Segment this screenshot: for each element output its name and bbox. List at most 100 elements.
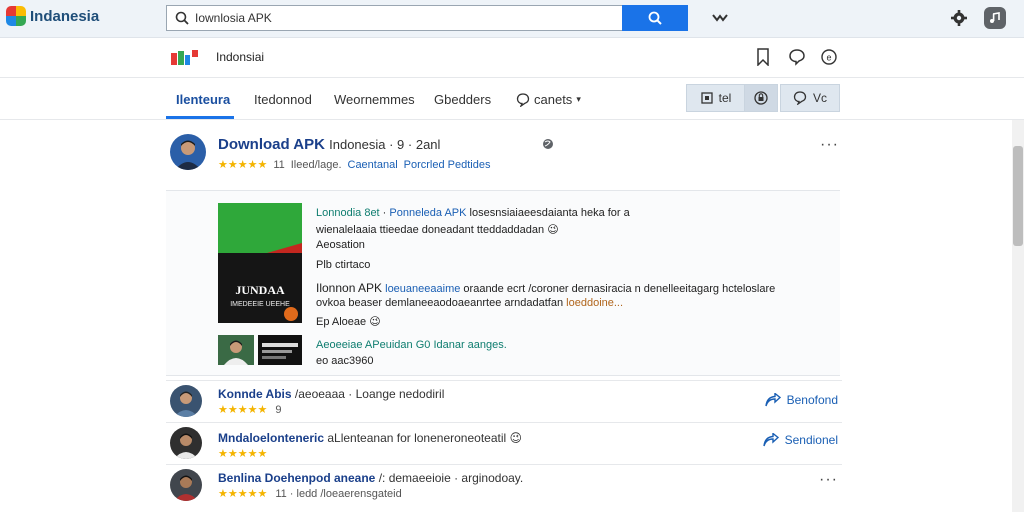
app-logo[interactable]: Indanesia xyxy=(6,6,99,26)
view-toggle-grid[interactable]: tel xyxy=(686,84,746,112)
rating-stars-icon: ★★★★★ xyxy=(218,488,268,500)
share-arrow-icon xyxy=(762,433,779,447)
list-item-title-rest: /: demaeeioie · arginodoay. xyxy=(378,471,524,485)
rating-count: 11 · ledd /loeaerensgateid xyxy=(275,487,402,500)
paragraph-1-line-4: Plb ctirtaco xyxy=(316,259,371,271)
tab-canets-label: canets xyxy=(534,92,573,107)
paragraph-2-line-2-text: ovkoa beaser demlaneeaodoaeanrtee arndad… xyxy=(316,297,564,309)
view-toggle-chat[interactable]: Vc xyxy=(780,84,840,112)
bookmark-icon[interactable] xyxy=(756,48,770,66)
list-item-rating: ★★★★★ 11 · ledd /loeaerensgateid xyxy=(218,487,402,501)
list-item[interactable]: Konnde Abis /aeoeaaa · Loange nedodiril … xyxy=(166,380,842,420)
view-toggle-lock[interactable] xyxy=(744,84,778,112)
chat-bubble-icon xyxy=(516,92,530,107)
post-title[interactable]: Download APK Indonesia · 9 · 2anl xyxy=(218,136,440,153)
rating-stars-icon: ★★★★★ xyxy=(218,159,268,171)
lock-circle-icon xyxy=(754,91,768,105)
post-meta-link-2[interactable]: Porcrled Pedtides xyxy=(404,159,491,171)
post-header: Download APK Indonesia · 9 · 2anl ★★★★★ … xyxy=(166,128,842,180)
avatar[interactable] xyxy=(170,469,202,501)
list-item-title[interactable]: Benlina Doehenpod aneane /: demaeeioie ·… xyxy=(218,471,523,485)
paragraph-1-head: Lonnodia 8et xyxy=(316,207,380,219)
list-item-title[interactable]: Konnde Abis /aeoeaaa · Loange nedodiril xyxy=(218,387,444,401)
list-item-title-text: Konnde Abis xyxy=(218,387,292,401)
tab-ilenteura[interactable]: Ilenteura xyxy=(176,92,230,107)
share-button[interactable]: Benofond xyxy=(764,393,838,407)
paragraph-3-link[interactable]: Aeoeeiae APeuidan G0 xyxy=(316,339,430,351)
person-icon xyxy=(174,391,198,417)
list-item-title[interactable]: Mndaloelonteneric aLlenteanan for lonene… xyxy=(218,431,522,445)
active-tab-indicator xyxy=(166,116,234,119)
paragraph-2-line-2-link[interactable]: loeddoine... xyxy=(566,297,623,309)
menu-chevron-icon[interactable] xyxy=(712,12,728,24)
person-icon xyxy=(224,340,248,365)
top-bar: Indanesia xyxy=(0,0,1024,38)
chevron-down-icon: ▾ xyxy=(576,94,581,104)
post-thumbnail[interactable]: JUNDAA IMEDEEIE UEEHE xyxy=(218,203,302,323)
square-icon xyxy=(701,92,713,104)
share-button[interactable]: Sendionel xyxy=(762,433,838,447)
channel-name: Indonsiai xyxy=(216,50,265,64)
avatar[interactable] xyxy=(170,134,206,170)
more-options-icon[interactable]: ··· xyxy=(819,471,838,489)
view-toggle-grid-label: tel xyxy=(718,91,732,105)
rating-stars-icon: ★★★★★ xyxy=(218,448,268,460)
rating-count: 11 xyxy=(273,158,285,171)
list-item-title-text: Benlina Doehenpod aneane xyxy=(218,471,376,485)
search-button[interactable] xyxy=(622,5,688,31)
person-icon xyxy=(175,140,201,170)
paragraph-3-line-1: Aeoeeiae APeuidan G0 Idanar aanges. xyxy=(316,339,507,351)
info-circle-icon[interactable]: e xyxy=(820,48,838,66)
paragraph-1-line-2: wienalelaaia ttieedae doneadant tteddadd… xyxy=(316,224,559,236)
search-input[interactable] xyxy=(195,11,595,25)
image-icon xyxy=(262,343,298,359)
post-meta-1: Ileed/lage. xyxy=(290,158,342,171)
rating-count: 9 xyxy=(275,403,282,416)
post-title-rest: Indonesia · 9 · 2anl xyxy=(329,137,441,152)
app-name: Indanesia xyxy=(30,7,100,25)
post-content-panel: JUNDAA IMEDEEIE UEEHE Lonnodia 8et · Pon… xyxy=(166,190,840,376)
list-item-rating: ★★★★★ 9 xyxy=(218,403,282,417)
post-meta: ★★★★★ 11 Ileed/lage. Caentanal Porcrled … xyxy=(218,158,491,172)
person-icon xyxy=(174,433,198,459)
music-note-icon xyxy=(990,12,1000,23)
paragraph-1-line-1: Lonnodia 8et · Ponneleda APK losesnsiaia… xyxy=(316,207,630,219)
paragraph-2-line-1: Ilonnon APK loeuaneeaaime oraande ecrt /… xyxy=(316,281,775,295)
search-icon xyxy=(175,11,189,25)
profile-app-icon[interactable] xyxy=(984,7,1006,29)
more-options-icon[interactable]: ··· xyxy=(820,136,839,154)
tab-itedonnod[interactable]: Itedonnod xyxy=(254,92,312,107)
channel-logo[interactable] xyxy=(170,48,200,68)
paragraph-2-link[interactable]: loeuaneeaaime xyxy=(385,283,460,295)
tab-gbedders[interactable]: Gbedders xyxy=(434,92,491,107)
list-item-title-rest: /aeoeaaa · Loange nedodiril xyxy=(294,387,445,401)
list-item[interactable]: Mndaloelonteneric aLlenteanan for lonene… xyxy=(166,422,842,462)
paragraph-1-rest: losesnsiaiaeesdaianta heka for a xyxy=(469,207,630,219)
paragraph-1-link[interactable]: Ponneleda APK xyxy=(389,207,466,219)
share-button-label: Sendionel xyxy=(784,433,838,447)
avatar[interactable] xyxy=(170,385,202,417)
rating-stars-icon: ★★★★★ xyxy=(218,404,268,416)
tab-weornemmes[interactable]: Weornemmes xyxy=(334,92,415,107)
chat-bubble-icon[interactable] xyxy=(788,48,806,66)
scrollbar-thumb[interactable] xyxy=(1013,146,1023,246)
search-box[interactable] xyxy=(166,5,622,31)
channel-header: Indonsiai e xyxy=(0,38,1024,78)
tab-canets[interactable]: canets ▾ xyxy=(516,92,581,107)
paragraph-2-rest: oraande ecrt /coroner dernasiracia n den… xyxy=(463,283,776,295)
list-item-title-text: Mndaloelonteneric xyxy=(218,431,325,445)
list-item[interactable]: Benlina Doehenpod aneane /: demaeeioie ·… xyxy=(166,464,842,512)
post-title-text: Download APK xyxy=(218,136,325,153)
paragraph-2-line-3: Ep Aloeae 😉 xyxy=(316,316,381,328)
paragraph-3-rest: Idanar aanges. xyxy=(433,339,507,351)
avatar[interactable] xyxy=(170,427,202,459)
app-logo-icon xyxy=(6,6,26,26)
small-thumbnail-1[interactable] xyxy=(218,335,254,365)
paragraph-1-line-3: Aeosation xyxy=(316,239,365,251)
small-thumbnail-2[interactable] xyxy=(258,335,302,365)
post-meta-link-1[interactable]: Caentanal xyxy=(348,159,398,171)
list-item-rating: ★★★★★ xyxy=(218,447,267,460)
search-icon xyxy=(648,11,662,25)
gear-icon[interactable] xyxy=(950,9,968,27)
chat-bubble-icon xyxy=(793,91,807,105)
